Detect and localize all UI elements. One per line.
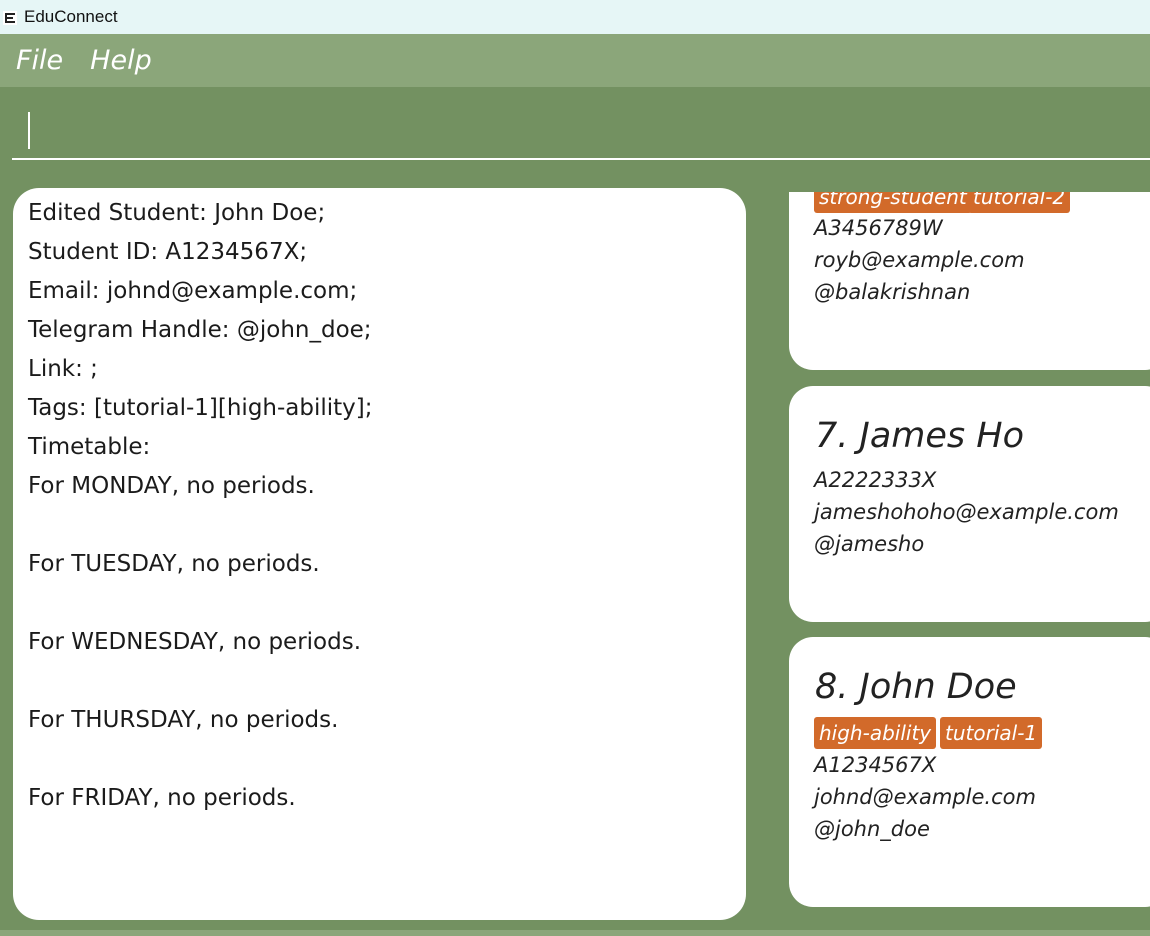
status-bar bbox=[0, 930, 1150, 936]
student-name: 7. James Ho bbox=[815, 416, 1025, 456]
result-line: Timetable: bbox=[28, 434, 151, 460]
result-line: For FRIDAY, no periods. bbox=[28, 785, 296, 811]
student-id: A1234567X bbox=[814, 753, 937, 777]
window-title: EduConnect bbox=[24, 7, 118, 26]
student-card[interactable]: 7. James Ho A2222333X jameshohoho@exampl… bbox=[789, 386, 1150, 622]
title-bar: EduConnect bbox=[0, 0, 1150, 34]
app-logo-icon bbox=[3, 10, 17, 25]
result-line: For MONDAY, no periods. bbox=[28, 473, 315, 499]
student-handle: @balakrishnan bbox=[814, 280, 971, 304]
result-line: Email: johnd@example.com; bbox=[28, 278, 358, 304]
list-clip bbox=[760, 160, 1150, 192]
result-display[interactable]: Edited Student: John Doe; Student ID: A1… bbox=[13, 188, 746, 920]
student-email: johnd@example.com bbox=[814, 785, 1036, 809]
student-tag: tutorial-1 bbox=[940, 717, 1043, 749]
menu-file[interactable]: File bbox=[16, 45, 63, 76]
student-handle: @jamesho bbox=[814, 532, 925, 556]
student-email: royb@example.com bbox=[814, 248, 1025, 272]
result-line: Telegram Handle: @john_doe; bbox=[28, 317, 372, 343]
command-input[interactable] bbox=[12, 106, 1150, 160]
result-line: Tags: [tutorial-1][high-ability]; bbox=[28, 395, 373, 421]
student-handle: @john_doe bbox=[814, 817, 930, 841]
student-name: 8. John Doe bbox=[815, 667, 1017, 707]
result-line: Edited Student: John Doe; bbox=[28, 200, 326, 226]
result-line: Link: ; bbox=[28, 356, 98, 382]
student-card[interactable]: 8. John Doe high-ability tutorial-1 A123… bbox=[789, 637, 1150, 907]
result-line: For THURSDAY, no periods. bbox=[28, 707, 339, 733]
student-email: jameshohoho@example.com bbox=[814, 500, 1119, 524]
student-id: A2222333X bbox=[814, 468, 937, 492]
student-id: A3456789W bbox=[814, 216, 943, 240]
menu-bar: File Help bbox=[0, 34, 1150, 87]
text-caret bbox=[28, 112, 30, 149]
result-line: For WEDNESDAY, no periods. bbox=[28, 629, 362, 655]
menu-help[interactable]: Help bbox=[90, 45, 152, 76]
result-line: Student ID: A1234567X; bbox=[28, 239, 308, 265]
student-tag: high-ability bbox=[814, 717, 937, 749]
result-line: For TUESDAY, no periods. bbox=[28, 551, 320, 577]
